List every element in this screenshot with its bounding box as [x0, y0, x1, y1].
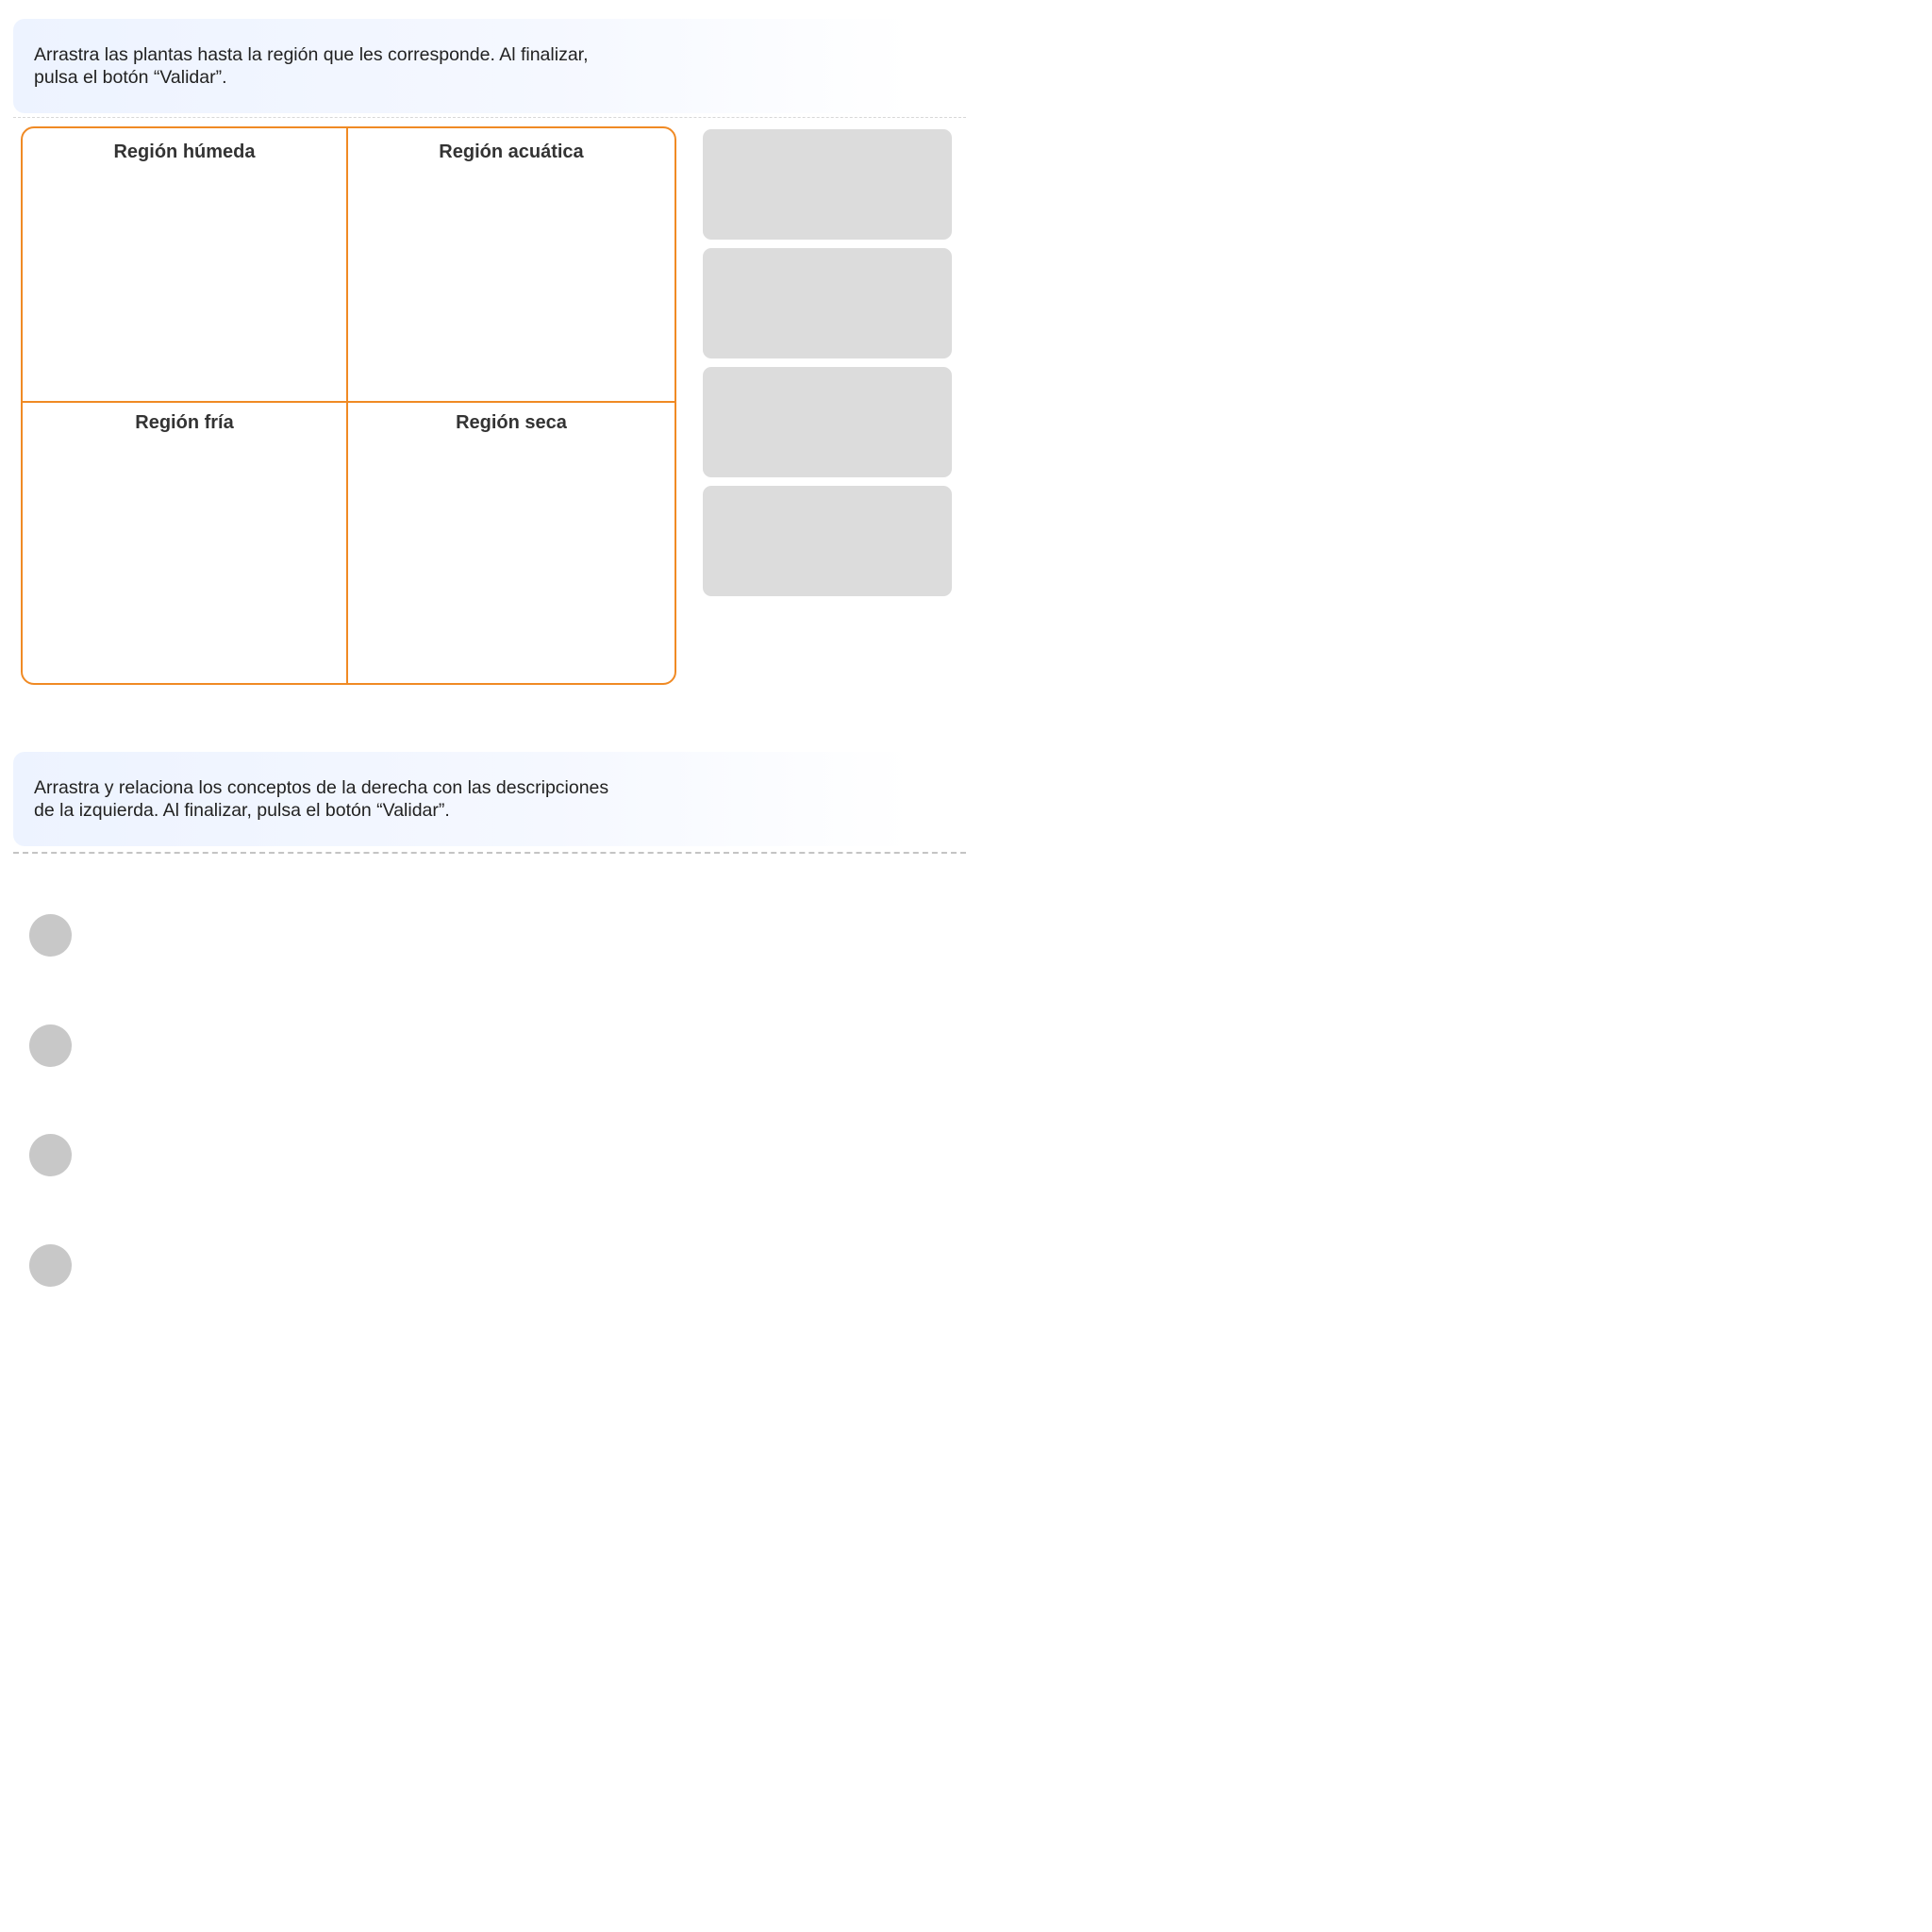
activity2-divider — [13, 852, 966, 854]
region-drop-grid: Región húmeda Región acuática Región frí… — [21, 126, 676, 685]
drop-zone-region-humeda[interactable]: Región húmeda — [23, 128, 348, 403]
drop-zone-region-seca[interactable]: Región seca — [348, 403, 675, 683]
drop-zone-region-acuatica[interactable]: Región acuática — [348, 128, 675, 403]
draggable-plant-card[interactable] — [703, 129, 952, 240]
region-title: Región fría — [135, 412, 234, 433]
match-connector-dot[interactable] — [29, 1244, 72, 1287]
match-connector-dot[interactable] — [29, 914, 72, 957]
activity1-instruction-line1: Arrastra las plantas hasta la región que… — [34, 44, 589, 65]
activity2-instruction-line1: Arrastra y relaciona los conceptos de la… — [34, 777, 609, 798]
draggable-plant-card[interactable] — [703, 367, 952, 477]
activity2-instruction: Arrastra y relaciona los conceptos de la… — [13, 752, 912, 846]
draggable-plant-card[interactable] — [703, 486, 952, 596]
match-connector-dot[interactable] — [29, 1134, 72, 1176]
activity1-instruction: Arrastra las plantas hasta la región que… — [13, 19, 912, 113]
activity1-divider — [13, 117, 966, 118]
drop-zone-region-fria[interactable]: Región fría — [23, 403, 348, 683]
match-connector-dot[interactable] — [29, 1024, 72, 1067]
region-title: Región seca — [456, 412, 567, 433]
region-title: Región húmeda — [113, 142, 256, 162]
activity1-instruction-line2: pulsa el botón “Validar”. — [34, 67, 227, 88]
draggable-plant-card[interactable] — [703, 248, 952, 358]
region-title: Región acuática — [439, 142, 584, 162]
activity2-instruction-line2: de la izquierda. Al finalizar, pulsa el … — [34, 800, 450, 821]
